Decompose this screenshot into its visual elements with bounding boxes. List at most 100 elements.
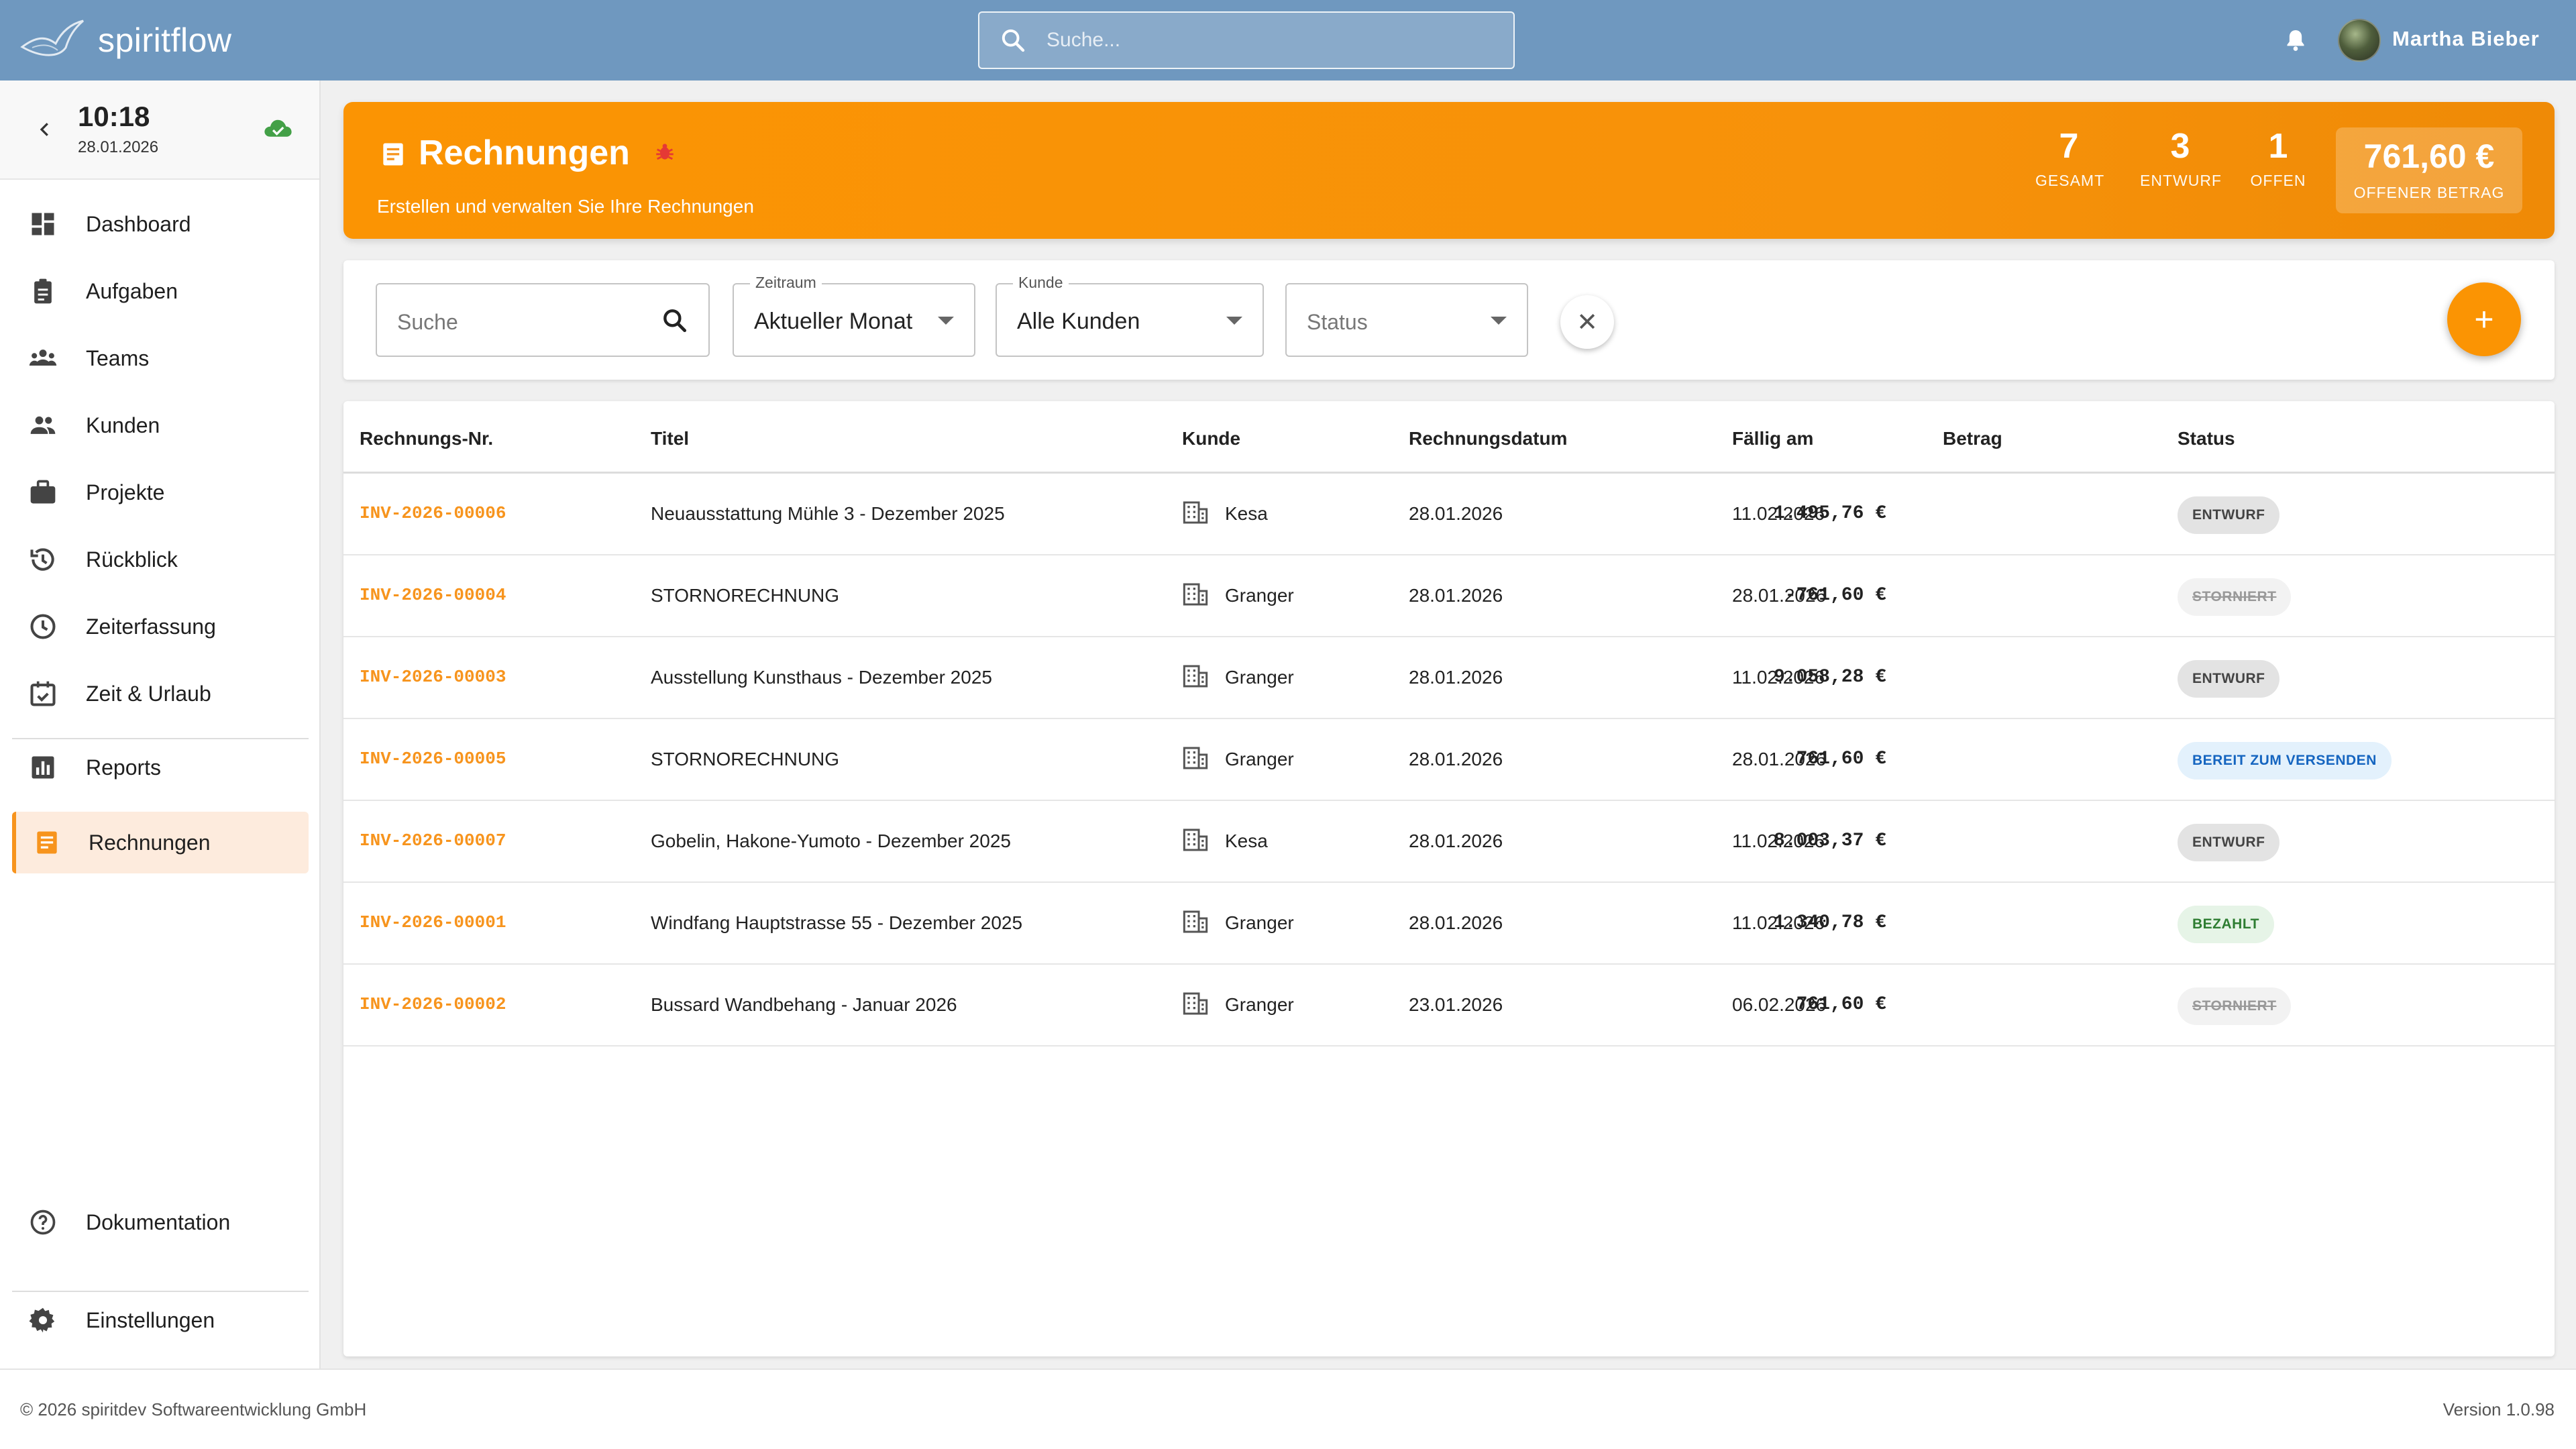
status-select[interactable]: Status (1285, 283, 1528, 357)
clock-icon (30, 614, 56, 639)
invoice-number-link[interactable]: INV-2026-00004 (360, 585, 506, 605)
global-search-input[interactable]: Suche... (978, 11, 1515, 69)
sidebar-item-projekte[interactable]: Projekte (12, 462, 309, 523)
invoice-amount: 1.495,76 € (1773, 503, 1886, 524)
building-icon (1182, 663, 1209, 690)
period-select[interactable]: Zeitraum Aktueller Monat (733, 274, 975, 357)
sidebar-item-label: Rechnungen (89, 830, 211, 855)
sidebar-item-label: Kunden (86, 413, 160, 437)
stat-value: 1 (2268, 127, 2288, 166)
sidebar-item-label: Rückblick (86, 547, 178, 572)
invoice-search-placeholder: Suche (397, 310, 458, 334)
clear-filters-button[interactable]: ✕ (1560, 295, 1614, 349)
briefcase-icon (30, 480, 56, 504)
open-amount-label: OFFENER BETRAG (2353, 184, 2505, 201)
chevron-down-icon (1491, 317, 1507, 325)
page-title: Rechnungen (419, 133, 630, 172)
invoice-number-link[interactable]: INV-2026-00001 (360, 912, 506, 932)
table-row[interactable]: INV-2026-00007 Gobelin, Hakone-Yumoto - D… (343, 801, 2555, 883)
column-header[interactable]: Fällig am (1732, 428, 1813, 449)
sidebar-item-kunden[interactable]: Kunden (12, 394, 309, 456)
chevron-down-icon (938, 317, 954, 325)
invoice-number-link[interactable]: INV-2026-00006 (360, 503, 506, 523)
invoice-customer: Kesa (1225, 830, 1268, 851)
table-row[interactable]: INV-2026-00005 STORNORECHNUNG Granger 28.01… (343, 719, 2555, 801)
column-header[interactable]: Kunde (1182, 428, 1240, 449)
sidebar-item-reports[interactable]: Reports (12, 737, 309, 798)
footer: © 2026 spiritdev Softwareentwicklung Gmb… (0, 1368, 2576, 1449)
invoice-amount: 8.003,37 € (1773, 830, 1886, 851)
customer-select[interactable]: Kunde Alle Kunden (996, 274, 1264, 357)
column-header[interactable]: Betrag (1943, 428, 2002, 449)
global-search-placeholder: Suche... (1046, 29, 1121, 51)
status-badge: ENTWURF (2178, 496, 2280, 534)
cloud-check-icon (264, 119, 292, 137)
sidebar-item-dokumentation[interactable]: Dokumentation (12, 1191, 309, 1253)
building-icon (1182, 499, 1209, 526)
invoice-customer: Granger (1225, 749, 1294, 769)
top-bar: spiritflow Suche... Martha Bieber (0, 0, 2576, 80)
column-header[interactable]: Status (2178, 428, 2235, 449)
invoice-title: Windfang Hauptstrasse 55 - Dezember 2025 (651, 912, 1023, 933)
table-row[interactable]: INV-2026-00006 Neuausstattung Mühle 3 - D… (343, 474, 2555, 555)
column-header[interactable]: Rechnungsdatum (1409, 428, 1567, 449)
invoice-amount: -761,60 € (1784, 585, 1886, 606)
sidebar-item-label: Zeiterfassung (86, 614, 216, 639)
version-text: Version 1.0.98 (2443, 1399, 2555, 1419)
page-subtitle: Erstellen und verwalten Sie Ihre Rechnun… (377, 196, 754, 217)
clock-panel: 10:18 28.01.2026 (0, 80, 319, 180)
invoice-date: 23.01.2026 (1409, 994, 1503, 1015)
table-header: Rechnungs-Nr. Titel Kunde Rechnungsdatum… (343, 401, 2555, 474)
table-row[interactable]: INV-2026-00004 STORNORECHNUNG Granger 28.01… (343, 555, 2555, 637)
sidebar-item-rechnungen[interactable]: Rechnungen (12, 812, 309, 873)
invoice-customer: Kesa (1225, 503, 1268, 524)
sidebar-item-teams[interactable]: Teams (12, 327, 309, 389)
sidebar-item-einstellungen[interactable]: Einstellungen (12, 1289, 309, 1351)
bird-logo-icon (20, 19, 84, 56)
clipboard-icon (34, 278, 52, 304)
invoice-table: Rechnungs-Nr. Titel Kunde Rechnungsdatum… (343, 401, 2555, 1356)
status-badge: ENTWURF (2178, 824, 2280, 861)
sidebar-item-label: Dokumentation (86, 1210, 231, 1234)
invoice-number-link[interactable]: INV-2026-00002 (360, 994, 506, 1014)
people-icon (30, 416, 56, 434)
stat-draft: 3 ENTWURF (2140, 126, 2221, 190)
chevron-left-icon[interactable] (35, 118, 55, 141)
table-row[interactable]: INV-2026-00003 Ausstellung Kunsthaus - De… (343, 637, 2555, 719)
invoice-number-link[interactable]: INV-2026-00003 (360, 667, 506, 687)
sidebar-item-rueckblick[interactable]: Rückblick (12, 529, 309, 590)
sidebar-item-zeit-urlaub[interactable]: Zeit & Urlaub (12, 663, 309, 724)
groups-icon (29, 350, 57, 366)
building-icon (1182, 581, 1209, 608)
stat-open: 1 OFFEN (2246, 126, 2310, 190)
brand[interactable]: spiritflow (19, 0, 231, 80)
add-invoice-button[interactable]: + (2447, 282, 2521, 356)
sidebar-item-aufgaben[interactable]: Aufgaben (12, 260, 309, 322)
sidebar-item-dashboard[interactable]: Dashboard (12, 193, 309, 255)
invoice-number-link[interactable]: INV-2026-00007 (360, 830, 506, 851)
avatar[interactable] (2338, 19, 2381, 62)
invoice-date: 28.01.2026 (1409, 749, 1503, 769)
stat-value: 3 (2170, 127, 2190, 166)
filter-bar: Suche Zeitraum Aktueller Monat Kunde All… (343, 260, 2555, 380)
user-name[interactable]: Martha Bieber (2392, 27, 2540, 51)
invoice-search-input[interactable]: Suche (376, 283, 710, 357)
table-row[interactable]: INV-2026-00002 Bussard Wandbehang - Janua… (343, 965, 2555, 1046)
sidebar-item-label: Aufgaben (86, 278, 178, 303)
calendar-check-icon (30, 681, 56, 706)
column-header[interactable]: Titel (651, 428, 689, 449)
bug-icon[interactable] (653, 141, 676, 164)
customer-select-label: Kunde (1013, 274, 1069, 292)
sidebar: 10:18 28.01.2026 Dashboard Aufgaben Team… (0, 80, 321, 1368)
status-badge: STORNIERT (2178, 578, 2292, 616)
invoice-amount: 761,60 € (1796, 749, 1886, 769)
bell-icon[interactable] (2282, 27, 2309, 54)
invoice-number-link[interactable]: INV-2026-00005 (360, 749, 506, 769)
receipt-icon (37, 831, 57, 854)
table-row[interactable]: INV-2026-00001 Windfang Hauptstrasse 55 -… (343, 883, 2555, 965)
invoice-date: 28.01.2026 (1409, 667, 1503, 688)
sidebar-item-zeiterfassung[interactable]: Zeiterfassung (12, 596, 309, 657)
invoice-customer: Granger (1225, 585, 1294, 606)
gear-icon (29, 1307, 55, 1333)
column-header[interactable]: Rechnungs-Nr. (360, 428, 493, 449)
